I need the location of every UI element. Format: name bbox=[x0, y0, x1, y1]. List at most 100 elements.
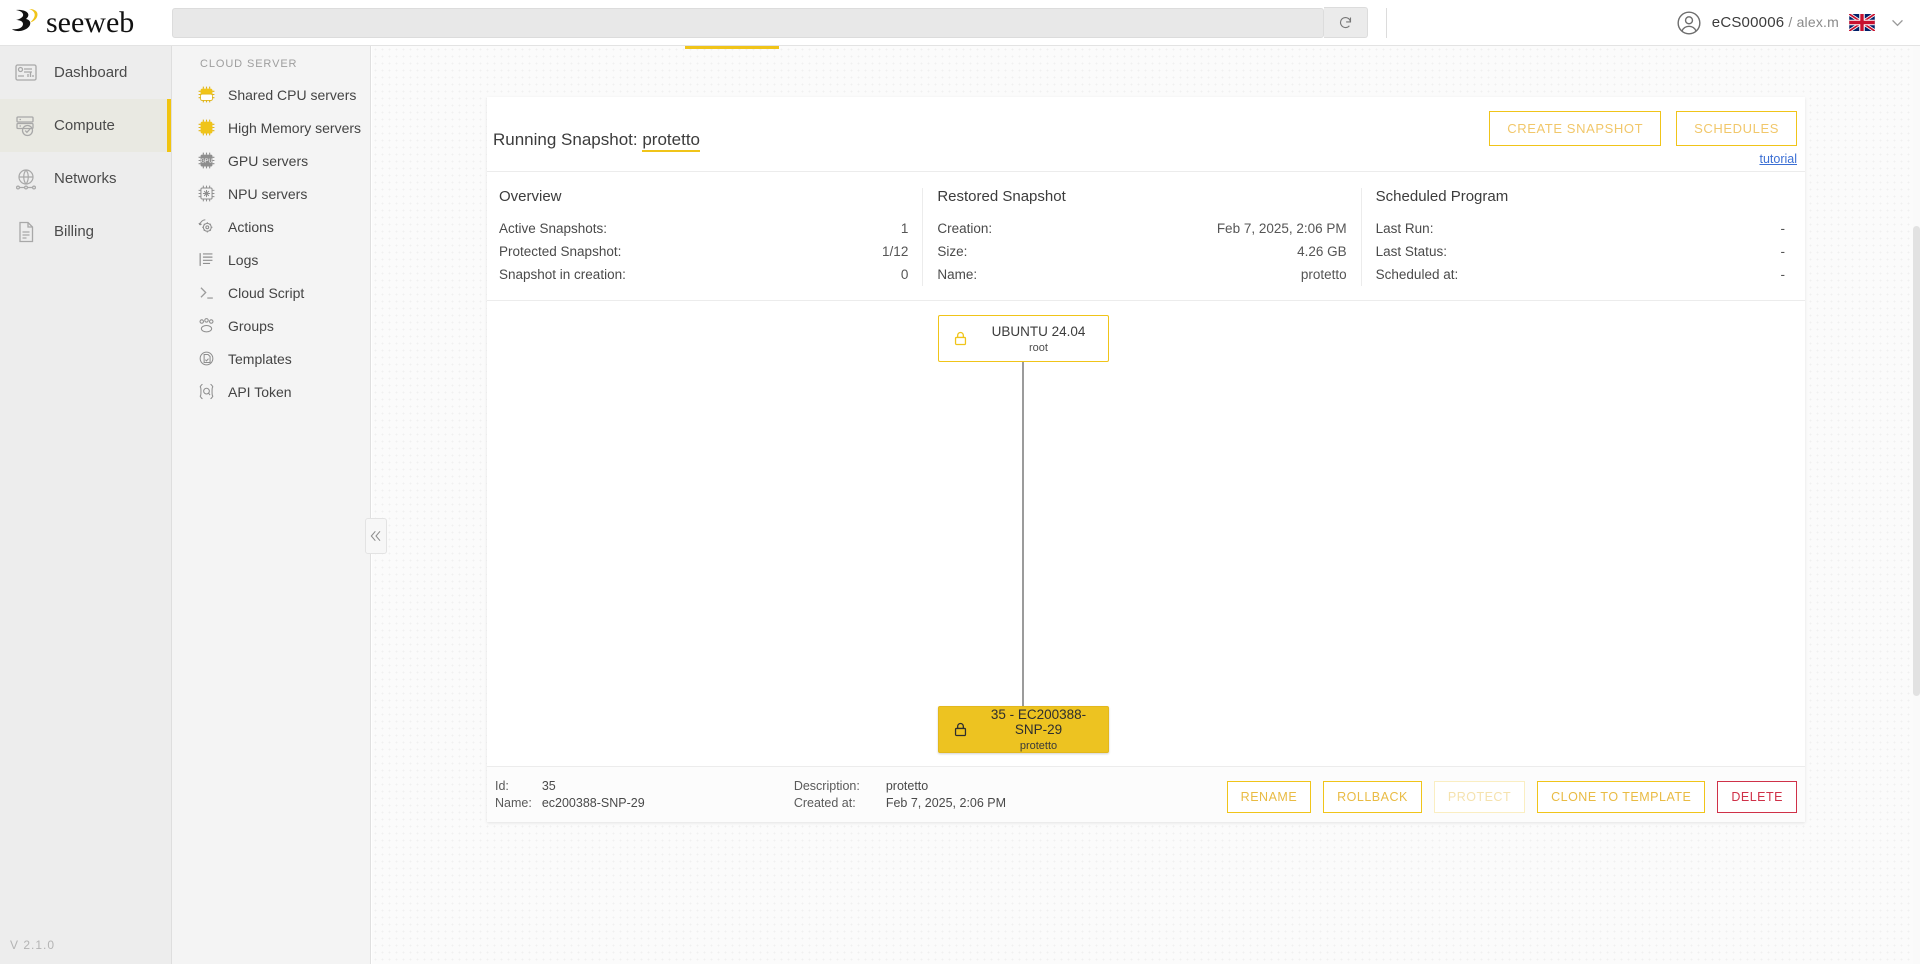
server-icon bbox=[12, 112, 40, 140]
sidebar-item-label: API Token bbox=[228, 383, 292, 400]
tutorial-link[interactable]: tutorial bbox=[1759, 152, 1797, 166]
info-column-restored-snapshot: Restored Snapshot Creation: Feb 7, 2025,… bbox=[922, 188, 1360, 286]
schedules-button[interactable]: SCHEDULES bbox=[1676, 111, 1797, 146]
rename-button[interactable]: RENAME bbox=[1226, 781, 1312, 813]
sidebar-item-actions[interactable]: Actions bbox=[172, 210, 370, 243]
info-heading: Scheduled Program bbox=[1375, 188, 1509, 205]
detail-value: protetto bbox=[885, 778, 929, 793]
info-value: - bbox=[1780, 267, 1785, 282]
search-input[interactable] bbox=[183, 15, 1313, 30]
sidebar-item-dashboard[interactable]: Dashboard bbox=[0, 46, 171, 99]
info-heading: Overview bbox=[499, 188, 562, 205]
top-bar: seeweb eCS00006 / alex.m bbox=[0, 0, 1920, 46]
tree-node-text: UBUNTU 24.04 root bbox=[981, 324, 1108, 354]
npu-chip-icon bbox=[196, 184, 216, 204]
info-row: Name: protetto bbox=[937, 263, 1354, 286]
tree-node-subtitle: protetto bbox=[1019, 740, 1058, 752]
info-value: - bbox=[1780, 244, 1785, 259]
tree-node-snapshot[interactable]: 35 - EC200388-SNP-29 protetto bbox=[938, 706, 1109, 753]
panel-header: Running Snapshot: protetto CREATE SNAPSH… bbox=[487, 97, 1805, 172]
create-snapshot-button[interactable]: CREATE SNAPSHOT bbox=[1489, 111, 1662, 146]
sidebar-item-label: Billing bbox=[54, 223, 95, 240]
sidebar-item-cloud-script[interactable]: Cloud Script bbox=[172, 276, 370, 309]
detail-value: Feb 7, 2025, 2:06 PM bbox=[885, 795, 1007, 810]
detail-column-id-name: Id: Name: 35 ec200388-SNP-29 bbox=[495, 778, 672, 812]
cpu-chip-icon bbox=[196, 85, 216, 105]
primary-sidebar: Dashboard Compute Networks Billing V 2.1… bbox=[0, 46, 172, 964]
detail-keys: Id: Name: bbox=[495, 778, 532, 812]
info-row: Scheduled at: - bbox=[1376, 263, 1793, 286]
clone-to-template-button[interactable]: CLONE TO TEMPLATE bbox=[1537, 781, 1706, 813]
sidebar-item-label: GPU servers bbox=[228, 152, 309, 169]
info-row: Creation: Feb 7, 2025, 2:06 PM bbox=[937, 217, 1354, 240]
detail-values: 35 ec200388-SNP-29 bbox=[542, 778, 672, 812]
tree-node-title: 35 - EC200388-SNP-29 bbox=[990, 707, 1087, 737]
footer-action-buttons: RENAME ROLLBACK PROTECT CLONE TO TEMPLAT… bbox=[1226, 781, 1797, 813]
info-heading: Restored Snapshot bbox=[937, 188, 1066, 205]
delete-button[interactable]: DELETE bbox=[1717, 781, 1797, 813]
info-grid: Overview Active Snapshots: 1 Protected S… bbox=[487, 172, 1805, 301]
api-token-icon bbox=[196, 382, 216, 402]
tree-connector-line bbox=[1022, 361, 1024, 706]
memory-chip-icon bbox=[196, 118, 216, 138]
svg-text:seeweb: seeweb bbox=[46, 6, 134, 39]
sidebar-item-label: Groups bbox=[228, 317, 274, 334]
main-scrollbar[interactable] bbox=[1913, 46, 1920, 964]
dashboard-icon bbox=[12, 59, 40, 87]
app-version: V 2.1.0 bbox=[10, 938, 56, 952]
uk-flag-icon[interactable] bbox=[1849, 14, 1875, 31]
info-key: Last Run: bbox=[1375, 221, 1434, 236]
sidebar-item-templates[interactable]: Templates bbox=[172, 342, 370, 375]
detail-key: Id: bbox=[495, 778, 509, 793]
rollback-button[interactable]: ROLLBACK bbox=[1323, 781, 1422, 813]
seeweb-logo-mark: seeweb bbox=[12, 6, 134, 39]
protect-button: PROTECT bbox=[1433, 781, 1526, 813]
user-account-area[interactable]: eCS00006 / alex.m bbox=[1676, 10, 1906, 36]
sidebar-item-compute[interactable]: Compute bbox=[0, 99, 171, 152]
svg-text:GPU: GPU bbox=[200, 158, 212, 164]
user-avatar-icon bbox=[1676, 10, 1702, 36]
info-value: Feb 7, 2025, 2:06 PM bbox=[1216, 221, 1347, 236]
detail-key: Description: bbox=[793, 778, 860, 793]
detail-key: Created at: bbox=[793, 795, 856, 810]
detail-value: 35 bbox=[541, 778, 556, 793]
panel-header-actions: CREATE SNAPSHOT SCHEDULES tutorial bbox=[1489, 111, 1797, 166]
sidebar-item-label: Cloud Script bbox=[228, 284, 305, 301]
double-chevron-left-icon[interactable] bbox=[365, 518, 387, 554]
sidebar-item-billing[interactable]: Billing bbox=[0, 205, 171, 258]
info-key: Active Snapshots: bbox=[499, 221, 608, 236]
secondary-sidebar: CLOUD SERVER Shared CPU servers High Mem… bbox=[172, 46, 371, 964]
global-search-bar[interactable] bbox=[172, 7, 1324, 38]
refresh-icon[interactable] bbox=[1324, 7, 1368, 38]
info-value: protetto bbox=[1300, 267, 1347, 282]
scrollbar-thumb[interactable] bbox=[1913, 226, 1920, 696]
sidebar-item-label: High Memory servers bbox=[228, 119, 362, 136]
info-key: Creation: bbox=[937, 221, 993, 236]
tree-node-root[interactable]: UBUNTU 24.04 root bbox=[938, 315, 1109, 362]
sidebar-item-groups[interactable]: Groups bbox=[172, 309, 370, 342]
sidebar-item-gpu-servers[interactable]: GPU GPU servers bbox=[172, 144, 370, 177]
active-tab-indicator bbox=[685, 46, 779, 49]
seeweb-logo[interactable]: seeweb bbox=[0, 0, 172, 46]
info-key: Protected Snapshot: bbox=[499, 244, 622, 259]
info-key: Name: bbox=[937, 267, 978, 282]
sidebar-item-high-memory-servers[interactable]: High Memory servers bbox=[172, 111, 370, 144]
info-row: Last Status: - bbox=[1376, 240, 1793, 263]
tree-node-text: 35 - EC200388-SNP-29 protetto bbox=[981, 707, 1108, 752]
sidebar-item-logs[interactable]: Logs bbox=[172, 243, 370, 276]
terminal-prompt-icon bbox=[196, 283, 216, 303]
sidebar-item-npu-servers[interactable]: NPU servers bbox=[172, 177, 370, 210]
info-row: Active Snapshots: 1 bbox=[499, 217, 916, 240]
snapshot-detail-footer: Id: Name: 35 ec200388-SNP-29 Description… bbox=[487, 766, 1805, 822]
detail-column-description-created: Description: Created at: protetto Feb 7,… bbox=[794, 778, 1006, 812]
snapshot-panel: Running Snapshot: protetto CREATE SNAPSH… bbox=[487, 97, 1805, 822]
sidebar-item-api-token[interactable]: API Token bbox=[172, 375, 370, 408]
account-code: eCS00006 bbox=[1711, 14, 1785, 31]
info-key: Scheduled at: bbox=[1375, 267, 1459, 282]
gear-actions-icon bbox=[196, 217, 216, 237]
sidebar-item-networks[interactable]: Networks bbox=[0, 152, 171, 205]
tree-node-title: UBUNTU 24.04 bbox=[991, 323, 1086, 339]
sidebar-item-shared-cpu-servers[interactable]: Shared CPU servers bbox=[172, 78, 370, 111]
chevron-down-icon[interactable] bbox=[1889, 14, 1906, 31]
account-label: eCS00006 / alex.m bbox=[1712, 14, 1839, 31]
